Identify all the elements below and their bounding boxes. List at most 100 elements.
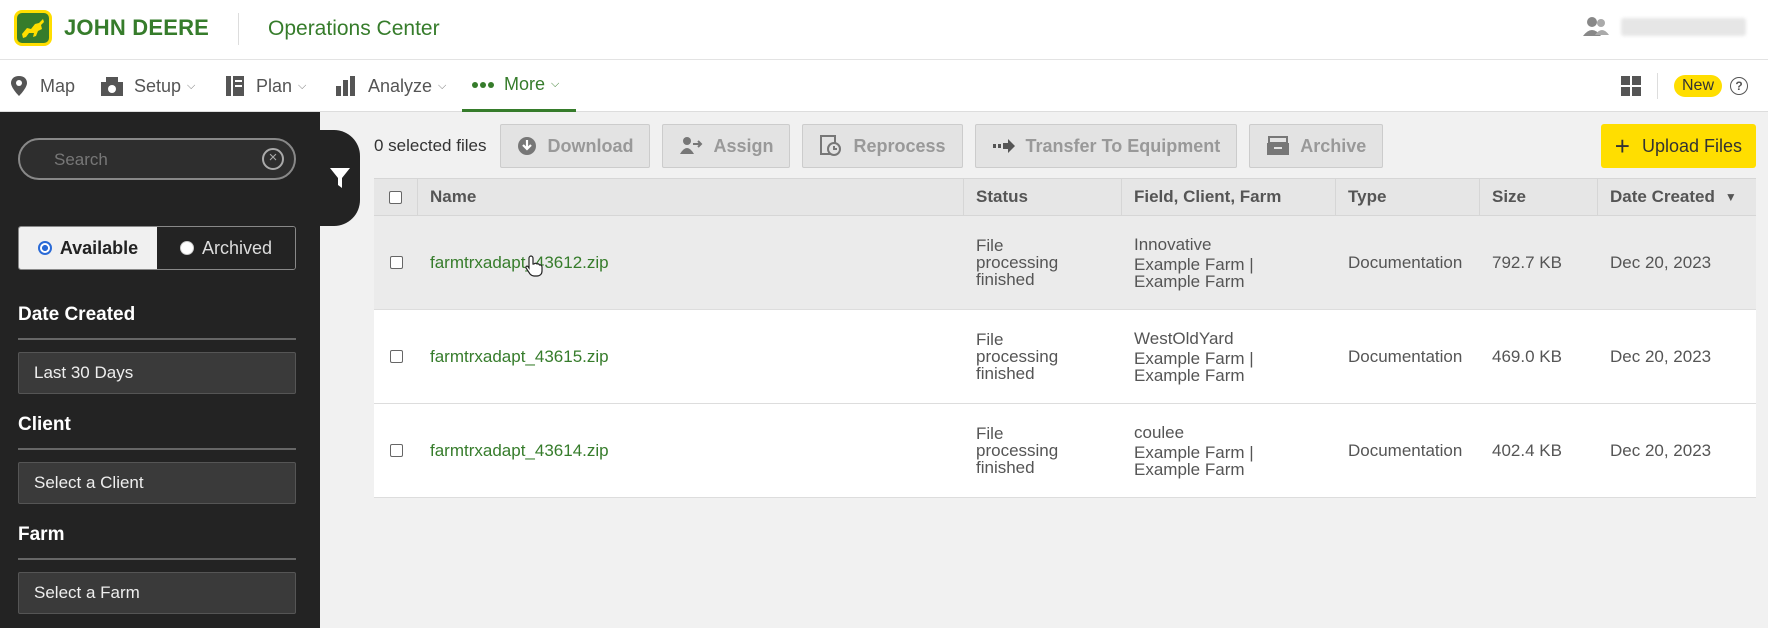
app-title[interactable]: Operations Center bbox=[268, 17, 440, 41]
transfer-to-equipment-button[interactable]: Transfer To Equipment bbox=[974, 124, 1238, 168]
row-checkbox[interactable] bbox=[389, 350, 403, 363]
john-deere-logo[interactable]: JOHN DEERE bbox=[14, 10, 209, 46]
file-name-link[interactable]: farmtrxadapt_43612.zip bbox=[418, 216, 964, 309]
chevron-down-icon: ⌵ bbox=[438, 79, 447, 92]
status-line: processing bbox=[976, 347, 1059, 366]
upload-label: Upload Files bbox=[1641, 135, 1742, 156]
nav-map[interactable]: Map bbox=[8, 60, 75, 112]
assign-button[interactable]: Assign bbox=[662, 124, 791, 168]
top-bar: JOHN DEERE Operations Center bbox=[0, 0, 1768, 60]
row-checkbox[interactable] bbox=[389, 444, 403, 457]
col-status[interactable]: Status bbox=[964, 179, 1122, 215]
row-select-cell bbox=[374, 404, 418, 497]
upload-files-button[interactable]: + Upload Files bbox=[1600, 124, 1756, 168]
available-label: Available bbox=[59, 237, 139, 258]
hand-cursor-icon bbox=[525, 255, 543, 277]
available-option[interactable]: Available bbox=[19, 227, 157, 269]
nav-divider bbox=[1656, 73, 1658, 99]
col-type[interactable]: Type bbox=[1336, 179, 1480, 215]
client-farm-line: Example Farm bbox=[1134, 365, 1245, 385]
file-name-link[interactable]: farmtrxadapt_43615.zip bbox=[418, 310, 964, 403]
nav-more-label: More bbox=[504, 74, 546, 94]
filter-toggle-button[interactable] bbox=[320, 130, 360, 226]
col-field-client-farm[interactable]: Field, Client, Farm bbox=[1122, 179, 1336, 215]
date-cell: Dec 20, 2023 bbox=[1610, 252, 1712, 272]
status-line: processing bbox=[976, 253, 1059, 272]
client-farm-line: Example Farm | bbox=[1134, 348, 1254, 368]
help-icon[interactable]: ? bbox=[1730, 77, 1748, 95]
assign-label: Assign bbox=[713, 135, 774, 156]
archive-icon bbox=[1266, 135, 1290, 157]
farm-heading: Farm bbox=[18, 524, 65, 545]
col-name[interactable]: Name bbox=[418, 179, 964, 215]
type-cell: Documentation bbox=[1348, 346, 1463, 366]
user-menu[interactable] bbox=[1583, 16, 1746, 38]
archive-button[interactable]: Archive bbox=[1249, 124, 1384, 168]
table-row[interactable]: farmtrxadapt_43614.zip File processing f… bbox=[374, 404, 1756, 498]
nav-more[interactable]: More ⌵ bbox=[462, 60, 576, 112]
new-badge[interactable]: New bbox=[1673, 75, 1722, 97]
client-farm-line: Example Farm bbox=[1134, 271, 1245, 291]
setup-icon bbox=[100, 75, 124, 97]
apps-grid-icon[interactable] bbox=[1620, 76, 1641, 96]
client-farm-line: Example Farm bbox=[1134, 459, 1245, 479]
clear-search-icon[interactable]: × bbox=[262, 148, 284, 170]
status-cell: File processing finished bbox=[964, 404, 1122, 497]
download-label: Download bbox=[547, 135, 634, 156]
type-cell: Documentation bbox=[1348, 440, 1463, 460]
plus-icon: + bbox=[1614, 131, 1630, 161]
deer-logo-icon bbox=[14, 10, 52, 46]
section-divider bbox=[18, 448, 296, 450]
table-row[interactable]: farmtrxadapt_43612.zip File processing f… bbox=[374, 216, 1756, 310]
client-select[interactable]: Select a Client bbox=[18, 462, 296, 504]
nav-map-label: Map bbox=[40, 75, 76, 96]
nav-analyze[interactable]: Analyze ⌵ bbox=[334, 60, 446, 112]
search-field[interactable]: × bbox=[18, 138, 296, 180]
download-button[interactable]: Download bbox=[500, 124, 651, 168]
col-size[interactable]: Size bbox=[1480, 179, 1598, 215]
field-name: WestOldYard bbox=[1134, 328, 1234, 348]
archived-option[interactable]: Archived bbox=[157, 227, 295, 269]
map-pin-icon bbox=[8, 74, 30, 98]
size-cell: 402.4 KB bbox=[1492, 440, 1562, 460]
size-cell: 792.7 KB bbox=[1492, 252, 1562, 272]
status-cell: File processing finished bbox=[964, 310, 1122, 403]
reprocess-icon bbox=[819, 134, 843, 158]
field-name: coulee bbox=[1134, 422, 1185, 442]
status-line: File bbox=[976, 424, 1004, 443]
selected-count: 0 selected files bbox=[374, 136, 487, 155]
client-farm-line: Example Farm | bbox=[1134, 442, 1254, 462]
plan-icon bbox=[224, 74, 246, 98]
section-divider bbox=[18, 338, 296, 340]
download-icon bbox=[517, 136, 537, 156]
nav-utilities: New ? bbox=[1620, 73, 1748, 99]
client-heading: Client bbox=[18, 414, 71, 435]
farm-select[interactable]: Select a Farm bbox=[18, 572, 296, 614]
row-checkbox[interactable] bbox=[389, 256, 403, 269]
nav-setup-label: Setup bbox=[134, 75, 182, 96]
status-line: finished bbox=[976, 270, 1035, 289]
field-client-farm-cell: coulee Example Farm | Example Farm bbox=[1122, 404, 1336, 497]
reprocess-button[interactable]: Reprocess bbox=[802, 124, 963, 168]
users-icon bbox=[1583, 17, 1609, 36]
table-row[interactable]: farmtrxadapt_43615.zip File processing f… bbox=[374, 310, 1756, 404]
field-client-farm-cell: WestOldYard Example Farm | Example Farm bbox=[1122, 310, 1336, 403]
col-date-created[interactable]: Date Created ▼ bbox=[1598, 179, 1756, 215]
transfer-label: Transfer To Equipment bbox=[1025, 135, 1221, 156]
file-name-link[interactable]: farmtrxadapt_43614.zip bbox=[418, 404, 964, 497]
chevron-down-icon: ⌵ bbox=[187, 79, 196, 92]
status-cell: File processing finished bbox=[964, 216, 1122, 309]
date-created-select[interactable]: Last 30 Days bbox=[18, 352, 296, 394]
sort-desc-icon: ▼ bbox=[1724, 190, 1737, 204]
nav-plan[interactable]: Plan ⌵ bbox=[224, 60, 306, 112]
type-cell: Documentation bbox=[1348, 252, 1463, 272]
date-cell: Dec 20, 2023 bbox=[1610, 346, 1712, 366]
assign-icon bbox=[679, 136, 703, 156]
chevron-down-icon: ⌵ bbox=[551, 78, 560, 90]
status-line: finished bbox=[976, 364, 1035, 383]
chevron-down-icon: ⌵ bbox=[298, 79, 307, 92]
nav-setup[interactable]: Setup ⌵ bbox=[100, 60, 195, 112]
row-select-cell bbox=[374, 216, 418, 309]
select-all-checkbox[interactable] bbox=[389, 190, 402, 204]
search-input[interactable] bbox=[54, 150, 254, 170]
